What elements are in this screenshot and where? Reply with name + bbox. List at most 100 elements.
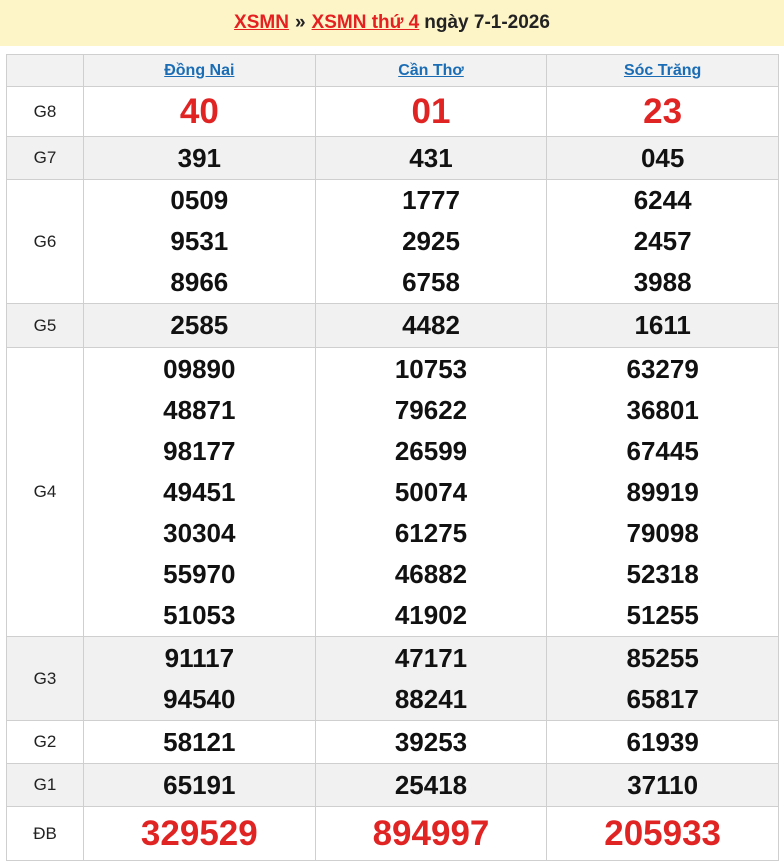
prize-row-g3: G3 91117 94540 47171 88241 85255 65817 bbox=[6, 636, 779, 721]
prize-row-g1: G1 65191 25418 37110 bbox=[6, 763, 779, 807]
result-cell: 391 bbox=[83, 136, 316, 180]
result-number: 2585 bbox=[170, 310, 229, 340]
title-bar: XSMN » XSMN thứ 4 ngày 7-1-2026 bbox=[0, 0, 784, 46]
result-cell: 37110 bbox=[546, 763, 779, 807]
result-number: 391 bbox=[177, 142, 222, 173]
prize-row-g8: G8 40 01 23 bbox=[6, 86, 779, 137]
result-number: 51053 bbox=[163, 599, 236, 630]
result-number: 26599 bbox=[394, 435, 468, 466]
prize-label: G1 bbox=[6, 763, 84, 807]
prize-label: G5 bbox=[6, 303, 84, 348]
result-cell: 1777 2925 6758 bbox=[314, 179, 548, 304]
prize-row-g2: G2 58121 39253 61939 bbox=[6, 720, 779, 764]
result-cell: 61939 bbox=[546, 720, 779, 764]
result-number: 48871 bbox=[163, 394, 236, 425]
result-number: 85255 bbox=[626, 642, 699, 673]
province-link-dong-nai[interactable]: Đồng Nai bbox=[164, 62, 234, 79]
result-cell: 40 bbox=[83, 86, 316, 137]
result-number: 88241 bbox=[394, 683, 468, 714]
prize-row-g4: G4 09890 48871 98177 49451 30304 55970 51053 107… bbox=[6, 347, 779, 637]
result-number: 23 bbox=[643, 92, 683, 131]
province-link-can-tho[interactable]: Cần Thơ bbox=[398, 62, 464, 79]
result-number: 47171 bbox=[394, 642, 468, 673]
prize-row-g5: G5 2585 4482 1611 bbox=[6, 303, 779, 348]
prize-label: G8 bbox=[6, 86, 84, 137]
result-number: 2457 bbox=[633, 226, 692, 256]
province-link-soc-trang[interactable]: Sóc Trăng bbox=[624, 62, 701, 79]
prize-label: ĐB bbox=[6, 806, 84, 861]
result-cell: 2585 bbox=[83, 303, 316, 348]
prize-label: G2 bbox=[6, 720, 84, 764]
result-number: 65191 bbox=[163, 769, 236, 800]
result-cell: 1611 bbox=[546, 303, 779, 348]
result-number: 61275 bbox=[394, 517, 468, 548]
result-cell: 25418 bbox=[314, 763, 548, 807]
result-number: 8966 bbox=[170, 267, 229, 297]
result-number: 94540 bbox=[163, 683, 236, 714]
special-prize-number: 894997 bbox=[372, 814, 490, 853]
result-number: 49451 bbox=[163, 476, 236, 507]
col-header-dong-nai: Đồng Nai bbox=[83, 54, 316, 87]
col-header-can-tho: Cần Thơ bbox=[314, 54, 548, 87]
result-number: 0509 bbox=[170, 185, 229, 215]
result-number: 67445 bbox=[626, 435, 699, 466]
prize-label: G4 bbox=[6, 347, 84, 637]
col-header-soc-trang: Sóc Trăng bbox=[546, 54, 779, 87]
result-cell: 47171 88241 bbox=[314, 636, 548, 721]
result-cell: 10753 79622 26599 50074 61275 46882 41902 bbox=[314, 347, 548, 637]
result-cell: 23 bbox=[546, 86, 779, 137]
result-number: 25418 bbox=[394, 769, 468, 800]
draw-date: ngày 7-1-2026 bbox=[424, 12, 550, 33]
prize-row-g6: G6 0509 9531 8966 1777 2925 6758 6244 2457 3988 bbox=[6, 179, 779, 304]
result-number: 41902 bbox=[394, 599, 468, 630]
special-prize-number: 329529 bbox=[140, 814, 258, 853]
result-number: 431 bbox=[409, 142, 453, 173]
result-number: 9531 bbox=[170, 226, 229, 256]
result-number: 98177 bbox=[163, 435, 236, 466]
result-number: 09890 bbox=[163, 353, 236, 384]
special-prize-number: 205933 bbox=[604, 814, 722, 853]
result-cell: 09890 48871 98177 49451 30304 55970 51053 bbox=[83, 347, 316, 637]
prize-label: G3 bbox=[6, 636, 84, 721]
results-table: Đồng Nai Cần Thơ Sóc Trăng G8 40 01 23 G7 391… bbox=[6, 54, 779, 861]
result-number: 2925 bbox=[402, 226, 460, 256]
prize-row-db: ĐB 329529 894997 205933 bbox=[6, 806, 779, 861]
result-number: 58121 bbox=[163, 726, 236, 757]
result-cell: 85255 65817 bbox=[546, 636, 779, 721]
breadcrumb-separator: » bbox=[294, 12, 306, 33]
result-cell: 01 bbox=[314, 86, 548, 137]
result-number: 01 bbox=[411, 92, 451, 131]
result-number: 30304 bbox=[163, 517, 236, 548]
xsmn-link[interactable]: XSMN bbox=[234, 12, 289, 34]
result-number: 63279 bbox=[626, 353, 699, 384]
result-cell: 63279 36801 67445 89919 79098 52318 51255 bbox=[546, 347, 779, 637]
corner-cell bbox=[6, 54, 84, 87]
result-number: 045 bbox=[640, 142, 685, 173]
result-number: 79622 bbox=[394, 394, 468, 425]
result-cell: 329529 bbox=[83, 806, 316, 861]
result-number: 61939 bbox=[626, 726, 699, 757]
result-cell: 894997 bbox=[314, 806, 548, 861]
result-number: 1777 bbox=[402, 185, 460, 215]
result-number: 6758 bbox=[402, 267, 460, 297]
xsmn-thu4-link[interactable]: XSMN thứ 4 bbox=[312, 12, 420, 34]
result-number: 4482 bbox=[402, 310, 460, 340]
result-number: 1611 bbox=[634, 310, 691, 340]
result-number: 50074 bbox=[394, 476, 468, 507]
result-cell: 4482 bbox=[314, 303, 548, 348]
result-number: 65817 bbox=[626, 683, 699, 714]
result-cell: 65191 bbox=[83, 763, 316, 807]
result-cell: 58121 bbox=[83, 720, 316, 764]
result-number: 89919 bbox=[626, 476, 699, 507]
result-number: 10753 bbox=[394, 353, 468, 384]
result-cell: 91117 94540 bbox=[83, 636, 316, 721]
result-cell: 0509 9531 8966 bbox=[83, 179, 316, 304]
prize-label: G6 bbox=[6, 179, 84, 304]
result-cell: 6244 2457 3988 bbox=[546, 179, 779, 304]
result-number: 36801 bbox=[626, 394, 699, 425]
result-number: 91117 bbox=[164, 642, 235, 673]
result-cell: 39253 bbox=[314, 720, 548, 764]
header-row: Đồng Nai Cần Thơ Sóc Trăng bbox=[6, 54, 779, 87]
result-cell: 045 bbox=[546, 136, 779, 180]
prize-label: G7 bbox=[6, 136, 84, 180]
